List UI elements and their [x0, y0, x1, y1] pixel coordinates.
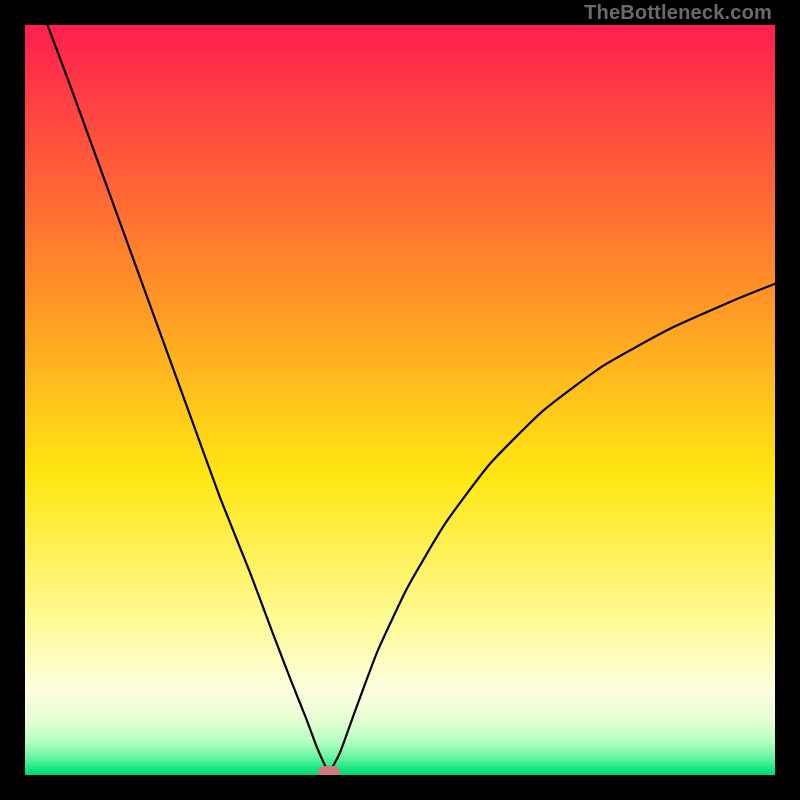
- chart-frame: TheBottleneck.com: [0, 0, 800, 800]
- minimum-marker: [318, 766, 340, 775]
- watermark-text: TheBottleneck.com: [584, 2, 772, 25]
- heat-gradient-background: [25, 25, 775, 775]
- plot-area: [25, 25, 775, 775]
